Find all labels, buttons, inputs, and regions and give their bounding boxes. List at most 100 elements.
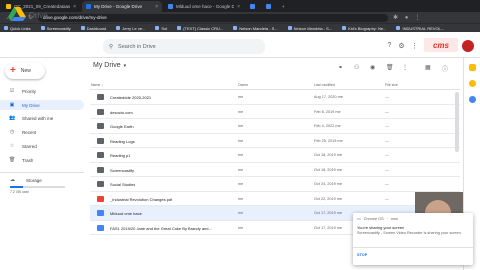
file-size: — [385, 153, 389, 157]
tab-close-icon[interactable]: × [155, 4, 158, 10]
pdf-icon [97, 195, 104, 202]
help-icon[interactable]: ? [385, 42, 394, 49]
sort-arrow-icon[interactable]: ↓ [101, 83, 103, 87]
sidebar-item-priority[interactable]: ☑ Priority [0, 86, 84, 96]
tab-close-icon[interactable]: × [73, 4, 76, 10]
sidebar-item-label: Trash [22, 157, 34, 163]
sidebar-item-starred[interactable]: ☆ Starred [0, 141, 84, 151]
file-modified: Feb 8, 2019 me [314, 109, 341, 114]
info-icon[interactable]: ⓘ [442, 64, 448, 73]
tab-favicon-icon [168, 4, 173, 9]
file-owner: me [238, 182, 244, 186]
file-modified: Oct 22, 2019 me [314, 196, 343, 201]
file-size: — [385, 138, 389, 143]
file-row[interactable]: Screencastify me Oct 18, 2019 me — [90, 163, 460, 177]
calendar-icon[interactable] [469, 64, 476, 71]
keep-icon[interactable] [469, 80, 476, 87]
stop-sharing-button[interactable]: STOP [357, 253, 367, 257]
storage-label[interactable]: Storage [26, 178, 42, 183]
delete-icon[interactable]: 🗑 [386, 64, 394, 71]
bookmark-icon [155, 26, 160, 30]
profile-icon[interactable]: ● [403, 15, 410, 21]
sidebar-item-trash[interactable]: 🗑 Trash [0, 155, 84, 165]
settings-icon[interactable]: ⚙ [397, 42, 406, 50]
preview-icon[interactable]: ◉ [370, 64, 375, 71]
page-title[interactable]: My Drive ▾ [93, 62, 126, 69]
bookmark-item[interactable]: Nelson Mandela - S... [287, 25, 333, 31]
new-button[interactable]: + New [5, 63, 45, 79]
apps-grid-icon[interactable]: ⋮ [410, 42, 419, 50]
app-title[interactable]: Drive [29, 11, 48, 20]
folder-icon [97, 152, 104, 158]
file-row[interactable]: Google Earth me Feb 4, 2022 me — [90, 119, 460, 134]
scrollbar[interactable] [455, 92, 459, 152]
avatar[interactable] [462, 40, 474, 52]
bookmark-item[interactable]: Sol [155, 26, 167, 31]
file-modified: Oct 18, 2019 me [314, 153, 343, 157]
bookmark-item[interactable]: Jerry Le ve... [116, 26, 145, 31]
menu-icon[interactable]: ⋮ [414, 14, 421, 21]
folder-icon [97, 94, 104, 100]
bookmark-item[interactable]: Dashboard [80, 25, 107, 31]
file-owner: me [238, 153, 244, 157]
file-owner: me [238, 225, 244, 230]
share-icon[interactable]: ⚇ [354, 64, 359, 71]
notification-body: Screencastify - Screen Video Recorder is… [357, 231, 462, 235]
brand-badge[interactable]: cms [424, 38, 458, 52]
tab-favicon-icon [250, 4, 255, 9]
col-name[interactable]: Name ↓ [91, 83, 103, 87]
bookmark-label: Dashboard [86, 25, 107, 31]
col-owner[interactable]: Owner [238, 83, 248, 87]
search-icon[interactable]: ⚲ [109, 44, 113, 50]
sidebar-item-shared-with-me[interactable]: 👥 Shared with me [0, 113, 84, 123]
browser-toolbar: ← → ↻ drive.google.com/drive/my-drive ✱ … [0, 12, 480, 23]
column-header: Name ↓ Owner Last modified File size [90, 80, 460, 90]
col-size[interactable]: File size [385, 83, 398, 87]
notification-source: Chrome OS [363, 216, 384, 221]
bookmark-icon [177, 26, 182, 30]
browser-tab[interactable] [262, 1, 276, 12]
file-row[interactable]: Createddde 2020-2021 me Aug 17, 2020 me — [90, 90, 460, 105]
tab-favicon-icon [86, 4, 91, 9]
grid-view-icon[interactable]: ▦ [425, 64, 431, 71]
bookmark-label: Nelson Mandela - S... [293, 25, 333, 31]
folder-icon [97, 137, 104, 144]
file-row[interactable]: Social Studies me Oct 24, 2019 me — [90, 177, 460, 192]
file-size: — [385, 167, 389, 172]
extensions-icon[interactable]: ✱ [392, 14, 399, 21]
file-row[interactable]: _Industrial Revolution Changes.pdf me Oct … [90, 192, 460, 206]
file-name: desocto.com [110, 109, 133, 115]
file-name: Google Earth [110, 124, 134, 129]
screen-share-notification: ▭ Chrome OS · now You're sharing your sc… [353, 213, 473, 265]
file-row[interactable]: Reading Logs me Feb 25, 2019 me — [90, 134, 460, 148]
search-input[interactable]: ⚲ Search in Drive [103, 39, 265, 54]
bookmark-item[interactable]: Screencastify [40, 26, 71, 31]
file-row[interactable]: desocto.com me Feb 8, 2019 me — [90, 105, 460, 119]
browser-tab[interactable] [246, 1, 260, 12]
bookmark-item[interactable]: Kid's Biography: Ne... [342, 26, 386, 31]
sidebar-item-my-drive[interactable]: ▣ My Drive [0, 100, 84, 110]
new-tab-button[interactable]: + [278, 1, 288, 12]
file-row[interactable]: Reading p1 me Oct 18, 2019 me — [90, 148, 460, 163]
sidebar-item-recent[interactable]: ◷ Recent [0, 127, 84, 137]
file-name: Reading p1 [110, 153, 131, 158]
col-modified[interactable]: Last modified [314, 83, 335, 87]
bookmark-item[interactable]: Quick Links [4, 26, 31, 31]
sidebar-item-label: Shared with me [22, 115, 54, 121]
address-bar[interactable]: drive.google.com/drive/my-drive [38, 13, 388, 22]
link-icon[interactable]: ⚭ [338, 64, 343, 71]
file-modified: Feb 25, 2019 me [314, 138, 343, 143]
tasks-icon[interactable] [469, 96, 476, 103]
my-drive-icon: ▣ [9, 102, 15, 108]
file-owner: me [238, 196, 244, 201]
bookmark-item[interactable]: INDUSTRIAL REVOL... [396, 26, 444, 31]
notification-title: You're sharing your screen [357, 225, 405, 230]
browser-tab[interactable]: Mlduud ome hace - Google Docs× [164, 1, 244, 12]
more-icon[interactable]: ⋮ [402, 64, 408, 71]
browser-tab[interactable]: My Drive - Google Drive × [82, 1, 162, 12]
tab-close-icon[interactable]: × [237, 4, 240, 10]
drive-logo-icon[interactable] [8, 7, 26, 21]
bookmark-item[interactable]: Nelson Mandela - S... [233, 26, 278, 31]
folder-icon [97, 166, 104, 173]
bookmark-item[interactable]: (TEXT) Classic CRU... [177, 26, 223, 31]
